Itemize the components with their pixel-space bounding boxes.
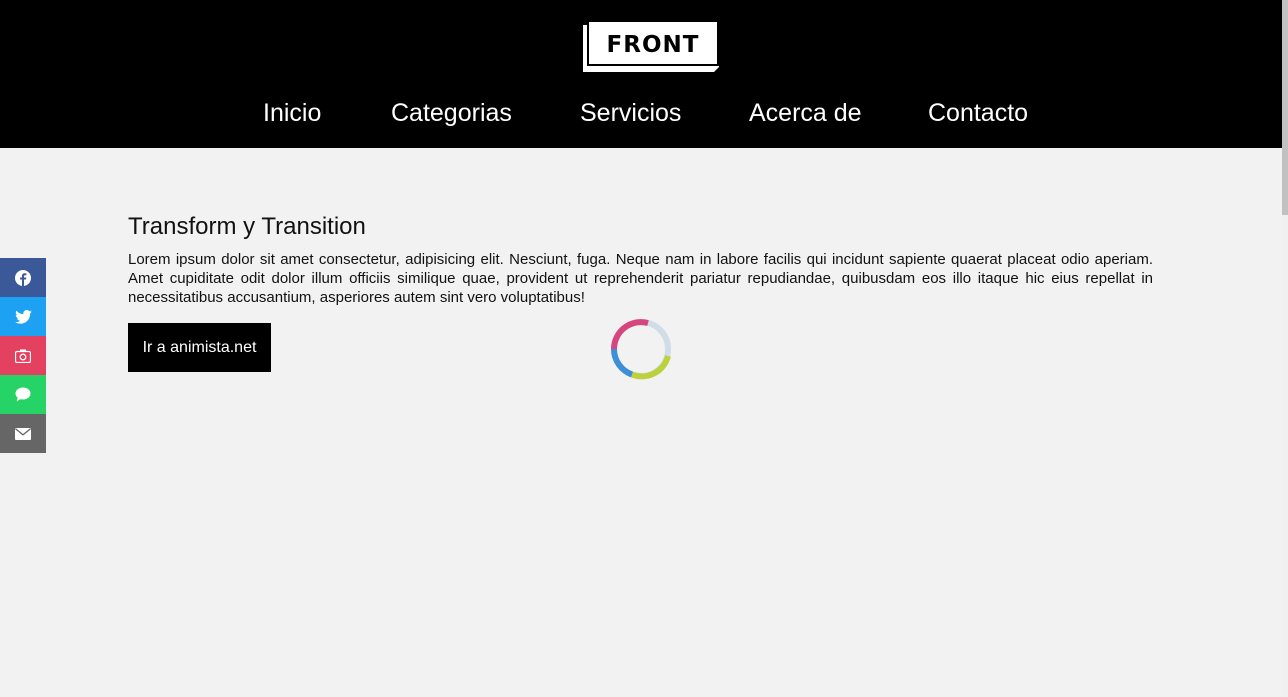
main-content: Transform y Transition Lorem ipsum dolor… — [128, 212, 1153, 307]
main-nav: Inicio Categorias Servicios Acerca de Co… — [0, 96, 1282, 132]
whatsapp-share-button[interactable] — [0, 375, 46, 414]
spinner-arc-pink — [611, 319, 649, 350]
animista-button[interactable]: Ir a animista.net — [128, 323, 271, 372]
instagram-share-button[interactable] — [0, 336, 46, 375]
logo-text: FRONT — [607, 32, 700, 58]
page-title: Transform y Transition — [128, 213, 366, 240]
twitter-share-button[interactable] — [0, 297, 46, 336]
nav-servicios[interactable]: Servicios — [580, 96, 681, 130]
front-logo[interactable]: FRONT — [582, 20, 719, 73]
loading-spinner-icon — [608, 316, 674, 382]
mail-icon — [15, 427, 31, 440]
chat-icon — [15, 387, 31, 402]
site-header: FRONT Inicio Categorias Servicios Acerca… — [0, 0, 1282, 148]
nav-inicio[interactable]: Inicio — [263, 96, 321, 130]
page-scrollbar[interactable] — [1282, 0, 1288, 697]
facebook-icon — [15, 269, 31, 286]
facebook-share-button[interactable] — [0, 258, 46, 297]
social-share-bar — [0, 258, 46, 453]
spinner-arc-blue — [610, 348, 634, 378]
intro-paragraph: Lorem ipsum dolor sit amet consectetur, … — [128, 251, 1153, 306]
email-share-button[interactable] — [0, 414, 46, 453]
nav-acerca-de[interactable]: Acerca de — [749, 96, 862, 130]
spinner-arc-green — [630, 355, 671, 380]
scrollbar-thumb[interactable] — [1282, 0, 1288, 215]
camera-icon — [15, 349, 31, 363]
nav-categorias[interactable]: Categorias — [391, 96, 512, 130]
twitter-icon — [14, 309, 32, 324]
nav-contacto[interactable]: Contacto — [928, 96, 1028, 130]
